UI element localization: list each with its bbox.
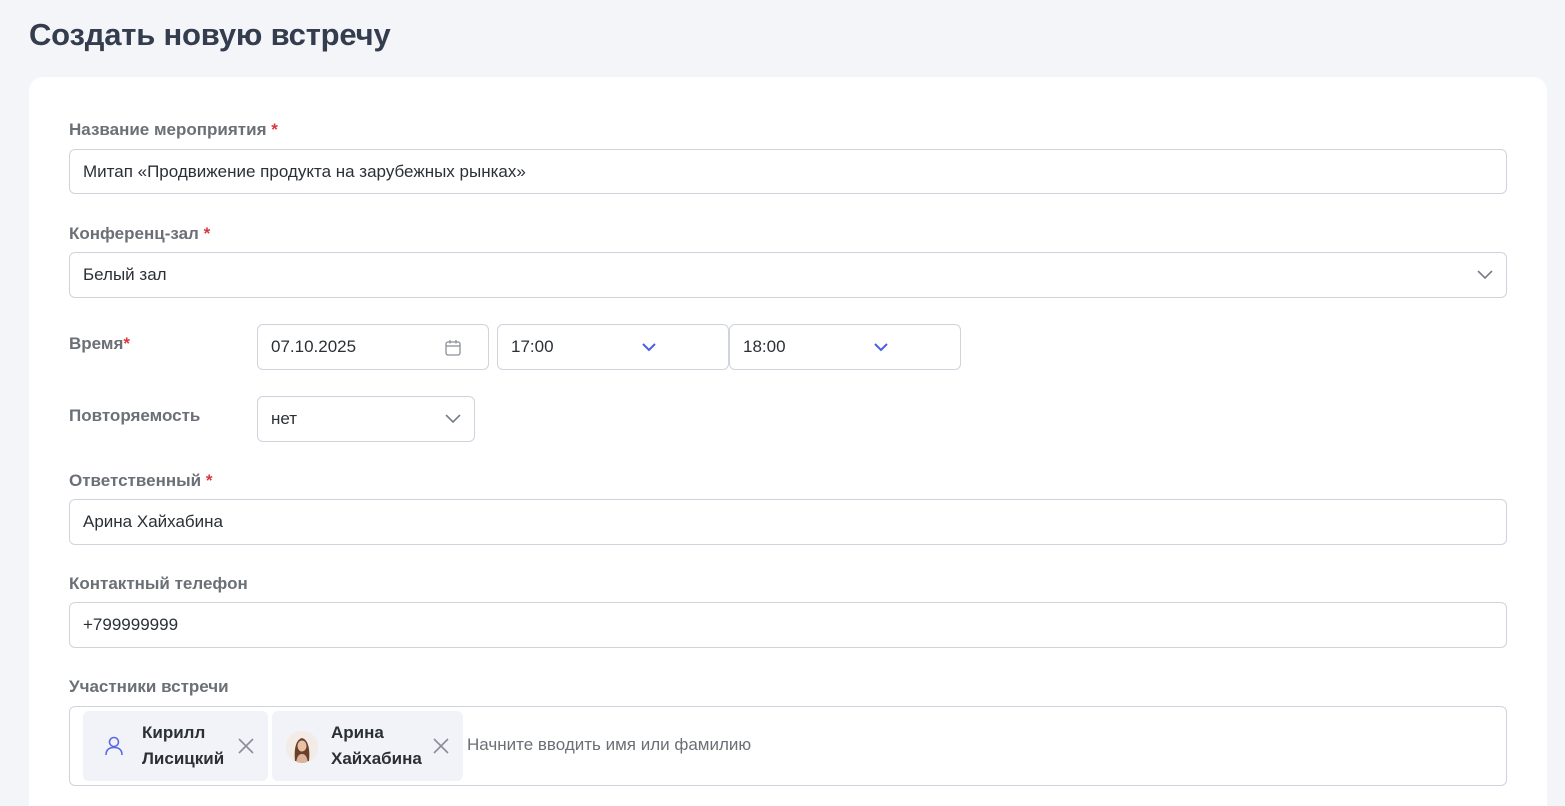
participant-chip: Арина Хайхабина bbox=[272, 711, 463, 781]
phone-label: Контактный телефон bbox=[69, 574, 248, 593]
required-mark: * bbox=[205, 471, 213, 490]
time-label-text: Время bbox=[69, 334, 124, 353]
participants-input[interactable]: Кирилл Лисицкий Арина Хайхабина Начните … bbox=[69, 706, 1507, 786]
responsible-value: Арина Хайхабина bbox=[83, 512, 223, 531]
close-icon[interactable] bbox=[433, 738, 449, 754]
date-input[interactable]: 07.10.2025 bbox=[257, 324, 489, 370]
room-label: Конференц-зал * bbox=[69, 224, 210, 244]
room-value: Белый зал bbox=[83, 265, 167, 284]
chevron-down-icon bbox=[1476, 266, 1494, 284]
calendar-icon[interactable] bbox=[444, 338, 462, 356]
required-mark: * bbox=[203, 224, 211, 243]
event-name-input[interactable]: Митап «Продвижение продукта на зарубежны… bbox=[69, 149, 1507, 194]
end-time-select[interactable]: 18:00 bbox=[729, 324, 961, 370]
participant-last-name: Лисицкий bbox=[142, 749, 225, 768]
phone-value: +799999999 bbox=[83, 615, 179, 634]
user-icon bbox=[103, 735, 125, 762]
recurrence-value: нет bbox=[271, 409, 298, 428]
start-time-value: 17:00 bbox=[511, 337, 554, 356]
chevron-down-icon bbox=[872, 338, 890, 356]
event-name-value: Митап «Продвижение продукта на зарубежны… bbox=[83, 161, 526, 181]
time-label: Время* bbox=[69, 334, 130, 354]
page-title: Создать новую встречу bbox=[29, 17, 391, 52]
end-time-value: 18:00 bbox=[743, 337, 786, 356]
participant-last-name: Хайхабина bbox=[331, 749, 422, 768]
close-icon[interactable] bbox=[238, 738, 254, 754]
start-time-select[interactable]: 17:00 bbox=[497, 324, 729, 370]
phone-input[interactable]: +799999999 bbox=[69, 602, 1507, 648]
responsible-label-text: Ответственный bbox=[69, 471, 202, 490]
participants-placeholder[interactable]: Начните вводить имя или фамилию bbox=[467, 735, 751, 755]
event-name-label-text: Название мероприятия bbox=[69, 120, 267, 139]
participant-first-name: Арина bbox=[331, 723, 384, 742]
recurrence-select[interactable]: нет bbox=[257, 396, 475, 442]
required-mark: * bbox=[271, 120, 278, 139]
chevron-down-icon bbox=[444, 410, 462, 428]
participant-first-name: Кирилл bbox=[142, 723, 206, 742]
participant-name: Арина Хайхабина bbox=[331, 720, 422, 772]
avatar bbox=[286, 731, 318, 763]
recurrence-label: Повторяемость bbox=[69, 406, 201, 425]
responsible-label: Ответственный * bbox=[69, 471, 212, 491]
participant-chip: Кирилл Лисицкий bbox=[83, 711, 268, 781]
room-label-text: Конференц-зал bbox=[69, 224, 199, 243]
chevron-down-icon bbox=[640, 338, 658, 356]
required-mark: * bbox=[123, 334, 131, 353]
responsible-input[interactable]: Арина Хайхабина bbox=[69, 499, 1507, 545]
participants-label: Участники встречи bbox=[69, 677, 229, 696]
room-select[interactable]: Белый зал bbox=[69, 252, 1507, 298]
participant-name: Кирилл Лисицкий bbox=[142, 720, 232, 772]
event-name-label: Название мероприятия * bbox=[69, 120, 278, 140]
date-value: 07.10.2025 bbox=[271, 337, 357, 356]
